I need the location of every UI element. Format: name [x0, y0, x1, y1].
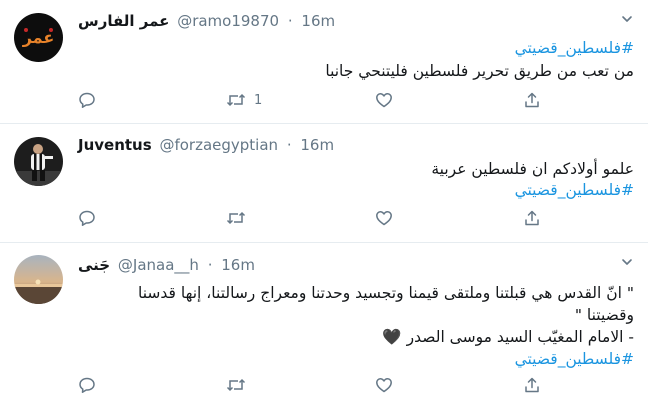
reply-icon: [78, 91, 96, 109]
tweet-actions: [78, 207, 634, 229]
timestamp[interactable]: 16m: [221, 256, 255, 274]
reply-button[interactable]: [78, 207, 96, 229]
share-button[interactable]: [523, 207, 541, 229]
tweet-card[interactable]: Juventus @forzaegyptian · 16m علمو أولاد…: [0, 124, 648, 243]
retweet-button[interactable]: 1: [226, 89, 262, 111]
avatar[interactable]: [14, 255, 63, 304]
share-icon: [523, 209, 541, 227]
tweet-header: جَنى @Janaa__h · 16m: [78, 256, 608, 276]
tweet-actions: [78, 374, 634, 396]
reply-button[interactable]: [78, 374, 96, 396]
like-icon: [375, 209, 393, 227]
display-name[interactable]: جَنى: [78, 256, 110, 274]
user-handle[interactable]: @ramo19870: [177, 12, 279, 30]
user-handle[interactable]: @forzaegyptian: [159, 136, 278, 154]
tweet-text: علمو أولادكم ان فلسطين عربية: [431, 160, 634, 178]
retweet-count: 1: [254, 92, 263, 108]
retweet-icon: [226, 376, 246, 394]
retweet-icon: [226, 91, 246, 109]
retweet-icon: [226, 209, 246, 227]
reply-icon: [78, 376, 96, 394]
tweet-header: Juventus @forzaegyptian · 16m: [78, 136, 608, 156]
avatar[interactable]: عمر: [14, 13, 63, 62]
separator-dot: ·: [287, 12, 293, 30]
share-icon: [523, 91, 541, 109]
reply-icon: [78, 209, 96, 227]
tweet-text: من تعب من طريق تحرير فلسطين فليتنحي جانب…: [325, 62, 634, 80]
share-button[interactable]: [523, 374, 541, 396]
tweet-card[interactable]: جَنى @Janaa__h · 16m " انّ القدس هي قبلت…: [0, 243, 648, 406]
like-button[interactable]: [375, 207, 393, 229]
chevron-down-icon[interactable]: [620, 12, 634, 26]
share-button[interactable]: [523, 89, 541, 111]
timestamp[interactable]: 16m: [300, 136, 334, 154]
hashtag-link[interactable]: #فلسطين_قضيتي: [78, 38, 634, 58]
user-handle[interactable]: @Janaa__h: [118, 256, 199, 274]
tweet-text-line: - الامام المغيّب السيد موسى الصدر 🖤: [78, 327, 634, 347]
display-name[interactable]: عمر الفارس: [78, 12, 169, 30]
timeline: عمر عمر الفارس @ramo19870 · 16m #فلسطين_…: [0, 0, 648, 406]
avatar[interactable]: [14, 137, 63, 186]
display-name[interactable]: Juventus: [78, 136, 152, 154]
like-button[interactable]: [375, 89, 393, 111]
tweet-actions: 1: [78, 89, 634, 111]
retweet-button[interactable]: [226, 207, 246, 229]
separator-dot: ·: [207, 256, 213, 274]
black-heart-icon: 🖤: [382, 328, 402, 346]
chevron-down-icon[interactable]: [620, 255, 634, 269]
tweet-text-line: " انّ القدس هي قبلتنا وملتقى قيمنا وتجسي…: [138, 284, 634, 302]
hashtag-link[interactable]: #فلسطين_قضيتي: [78, 180, 634, 200]
retweet-button[interactable]: [226, 374, 246, 396]
hashtag-link[interactable]: #فلسطين_قضيتي: [78, 349, 634, 369]
like-button[interactable]: [375, 374, 393, 396]
like-icon: [375, 91, 393, 109]
reply-button[interactable]: [78, 89, 96, 111]
tweet-card[interactable]: عمر عمر الفارس @ramo19870 · 16m #فلسطين_…: [0, 0, 648, 124]
tweet-text-line: وقضيتنا ": [574, 306, 634, 324]
separator-dot: ·: [286, 136, 292, 154]
tweet-header: عمر الفارس @ramo19870 · 16m: [78, 12, 608, 32]
timestamp[interactable]: 16m: [301, 12, 335, 30]
share-icon: [523, 376, 541, 394]
like-icon: [375, 376, 393, 394]
quote-attribution: - الامام المغيّب السيد موسى الصدر: [406, 328, 634, 346]
